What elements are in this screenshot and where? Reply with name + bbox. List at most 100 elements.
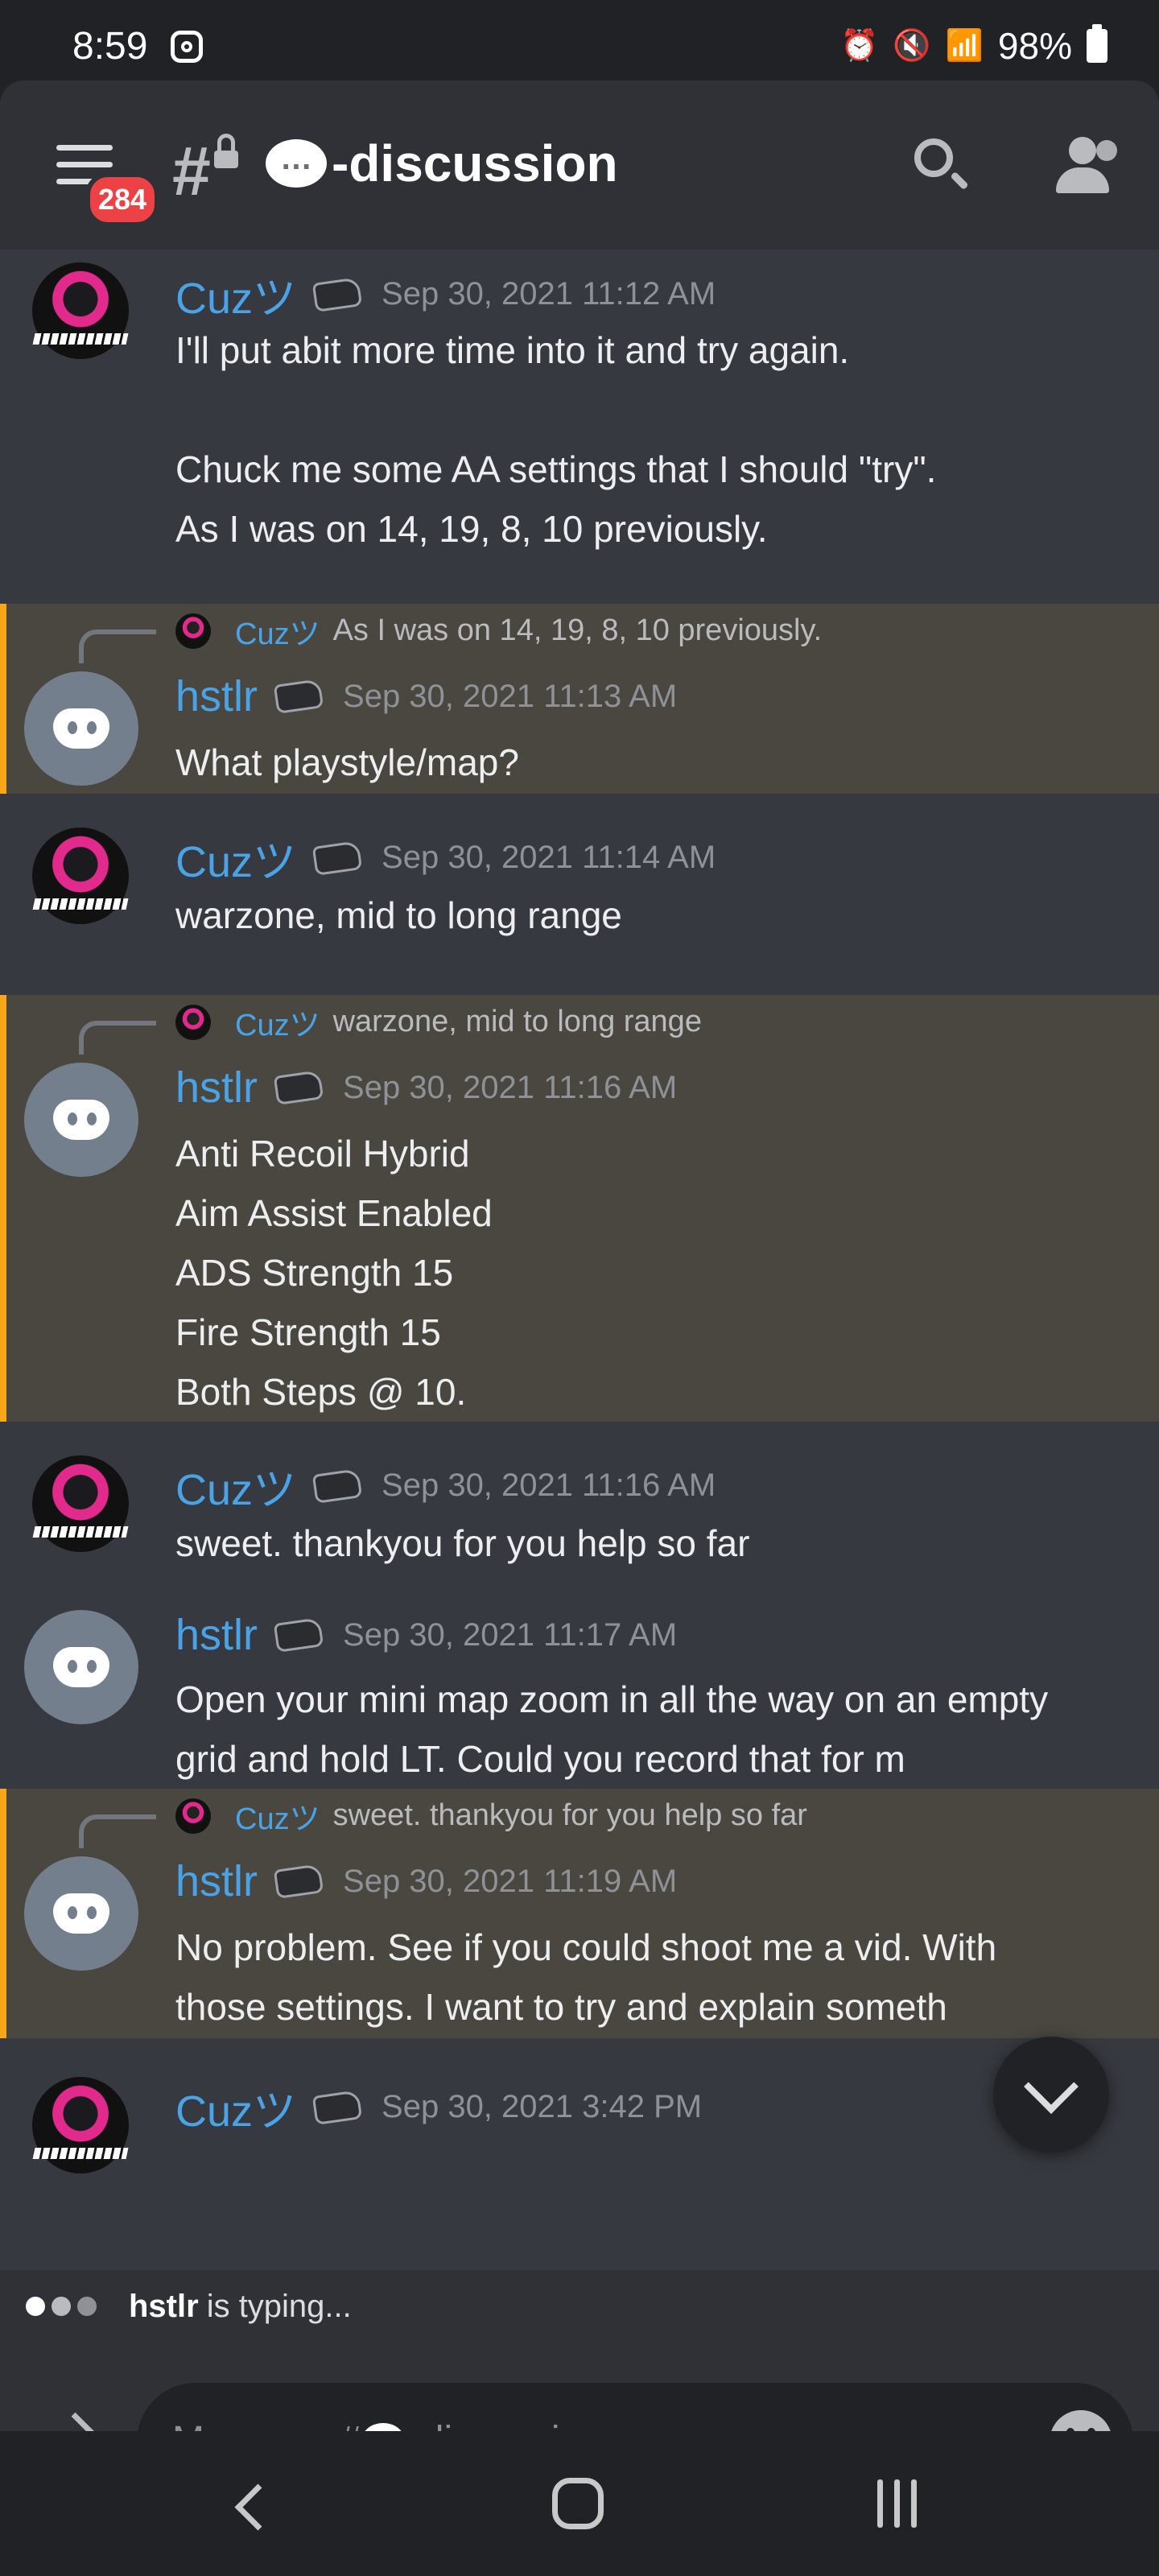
message-line: Chuck me some AA settings that I should … [175, 448, 937, 490]
wifi-icon: 📶 [945, 29, 984, 63]
author-name[interactable]: hstlr [175, 1856, 258, 1906]
channel-name: -discussion [332, 134, 618, 192]
author-name[interactable]: Cuzツ [175, 2075, 296, 2139]
reply-author: Cuzツ [235, 1802, 320, 1836]
role-icon [311, 840, 363, 876]
author-name[interactable]: hstlr [175, 1610, 258, 1660]
timestamp: Sep 30, 2021 11:12 AM [382, 276, 716, 312]
message-line: ADS Strength 15 [175, 1252, 454, 1294]
role-icon [273, 1864, 324, 1899]
message[interactable]: Cuzツ Sep 30, 2021 11:16 AM sweet. thanky… [0, 1422, 1159, 1578]
message[interactable]: Cuzツ As I was on 14, 19, 8, 10 previousl… [0, 604, 1159, 794]
reply-reference[interactable]: Cuzツ warzone, mid to long range [175, 1000, 702, 1044]
message[interactable]: Cuzツ sweet. thankyou for you help so far… [0, 1789, 1159, 2038]
message-input[interactable]: Message # -discussion [137, 2383, 1133, 2431]
timestamp: Sep 30, 2021 11:17 AM [343, 1616, 678, 1653]
message-line: Fire Strength 15 [175, 1311, 441, 1353]
author-name[interactable]: hstlr [175, 1063, 258, 1113]
role-icon [311, 1468, 363, 1504]
message-placeholder: Message # -discussion [172, 2418, 603, 2431]
role-icon [311, 276, 363, 312]
message[interactable]: Cuzツ Sep 30, 2021 11:12 AM I'll put abit… [0, 250, 1159, 604]
jump-to-bottom-button[interactable] [993, 2037, 1109, 2153]
android-nav-bar [0, 2431, 1159, 2576]
reply-connector [79, 1021, 156, 1055]
reply-avatar [175, 613, 211, 649]
avatar[interactable] [32, 262, 129, 359]
timestamp: Sep 30, 2021 3:42 PM [382, 2089, 703, 2124]
avatar[interactable] [32, 1455, 129, 1552]
reply-author: Cuzツ [235, 1009, 320, 1042]
recents-icon[interactable] [877, 2479, 917, 2528]
message-line: Both Steps @ 10. [175, 1371, 467, 1413]
channel-header: 284 # -discussion [0, 80, 1159, 250]
message-composer: Message # -discussion [0, 2343, 1159, 2431]
message[interactable]: Cuzツ warzone, mid to long range hstlr Se… [0, 995, 1159, 1422]
discord-app: 284 # -discussion Cuzツ Sep 30, 2021 11:1… [0, 80, 1159, 2431]
message-line [175, 380, 1109, 440]
members-icon[interactable] [1051, 137, 1117, 193]
typing-user: hstlr [129, 2288, 199, 2324]
timestamp: Sep 30, 2021 11:19 AM [343, 1863, 678, 1899]
message-line: grid and hold LT. Could you record that … [175, 1738, 905, 1780]
author-name[interactable]: Cuzツ [175, 826, 296, 890]
avatar[interactable] [32, 2077, 129, 2174]
reply-author: Cuzツ [235, 617, 320, 651]
avatar[interactable] [24, 1610, 138, 1724]
expand-icon[interactable] [55, 2412, 96, 2431]
role-icon [311, 2089, 363, 2125]
author-name[interactable]: hstlr [175, 671, 258, 721]
message[interactable]: Cuzツ Sep 30, 2021 3:42 PM [0, 2038, 1159, 2174]
reply-reference[interactable]: Cuzツ sweet. thankyou for you help so far [175, 1794, 807, 1838]
reply-avatar [175, 1798, 211, 1834]
role-icon [273, 1617, 324, 1653]
unread-badge: 284 [85, 172, 159, 227]
typing-text: is typing... [206, 2288, 352, 2324]
typing-dots-icon [26, 2297, 97, 2316]
reply-reference[interactable]: Cuzツ As I was on 14, 19, 8, 10 previousl… [175, 609, 822, 653]
speech-bubble-icon [266, 139, 327, 188]
reply-text: warzone, mid to long range [332, 1005, 702, 1038]
message-line: I'll put abit more time into it and try … [175, 329, 850, 371]
message-line: Aim Assist Enabled [175, 1192, 493, 1234]
message-list: Cuzツ Sep 30, 2021 11:12 AM I'll put abit… [0, 250, 1159, 2270]
speech-bubble-icon [361, 2422, 405, 2431]
message-line: warzone, mid to long range [175, 894, 622, 936]
typing-indicator: hstlr is typing... [0, 2270, 1159, 2343]
status-icons: ⏰ 🔇 📶 98% [840, 24, 1107, 68]
timestamp: Sep 30, 2021 11:14 AM [382, 840, 716, 875]
hashtag-icon: # [172, 133, 211, 210]
battery-icon [1087, 24, 1107, 63]
home-icon[interactable] [552, 2478, 604, 2529]
message-line: those settings. I want to try and explai… [175, 1986, 947, 2028]
channel-title[interactable]: -discussion [266, 134, 618, 193]
status-time: 8:59 [72, 25, 148, 68]
mute-icon: 🔇 [893, 29, 931, 63]
reply-text: As I was on 14, 19, 8, 10 previously. [332, 613, 823, 647]
emoji-icon[interactable] [1050, 2410, 1112, 2431]
timestamp: Sep 30, 2021 11:16 AM [382, 1468, 716, 1503]
message-line: Anti Recoil Hybrid [175, 1133, 470, 1174]
timestamp: Sep 30, 2021 11:13 AM [343, 678, 678, 714]
timestamp: Sep 30, 2021 11:16 AM [343, 1069, 678, 1105]
reply-connector [79, 1814, 156, 1848]
avatar[interactable] [32, 828, 129, 924]
message-line: sweet. thankyou for you help so far [175, 1522, 750, 1564]
message-line: As I was on 14, 19, 8, 10 previously. [175, 508, 768, 550]
battery-percent: 98% [997, 25, 1072, 67]
placeholder-prefix: Message # [172, 2418, 361, 2431]
alarm-icon: ⏰ [839, 29, 879, 63]
author-name[interactable]: Cuzツ [175, 1454, 296, 1517]
back-icon[interactable] [234, 2483, 282, 2531]
avatar[interactable] [24, 1856, 138, 1971]
message[interactable]: hstlr Sep 30, 2021 11:17 AM Open your mi… [0, 1578, 1159, 1789]
message-line: Open your mini map zoom in all the way o… [175, 1678, 1049, 1720]
search-icon[interactable] [914, 138, 953, 177]
reply-connector [79, 630, 156, 663]
avatar[interactable] [24, 671, 138, 786]
placeholder-suffix: -discussion [410, 2418, 603, 2431]
author-name[interactable]: Cuzツ [175, 262, 296, 326]
avatar[interactable] [24, 1063, 138, 1177]
role-icon [273, 1070, 324, 1105]
message[interactable]: Cuzツ Sep 30, 2021 11:14 AM warzone, mid … [0, 794, 1159, 995]
